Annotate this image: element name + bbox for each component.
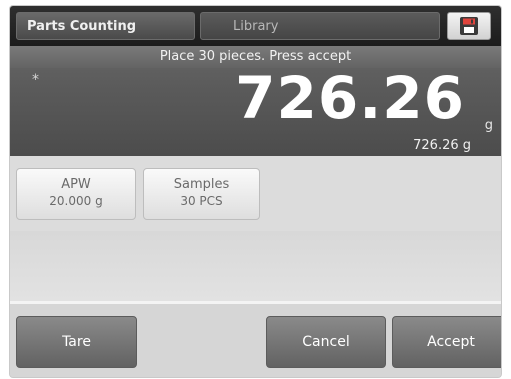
apw-value: 20.000 g: [49, 194, 103, 208]
tare-button[interactable]: Tare: [16, 316, 137, 368]
accept-button[interactable]: Accept: [392, 316, 501, 368]
save-icon: [460, 17, 478, 35]
apw-label: APW: [61, 177, 91, 192]
apw-tile[interactable]: APW 20.000 g: [16, 168, 136, 220]
main-weight-value: 726.26: [235, 64, 465, 132]
samples-label: Samples: [173, 177, 230, 192]
empty-area: [10, 231, 501, 301]
application-tab-label: Parts Counting: [27, 19, 137, 34]
top-bar: Parts Counting Library: [10, 6, 501, 46]
weight-display: Place 30 pieces. Press accept * 726.26 g…: [10, 46, 501, 156]
cancel-button[interactable]: Cancel: [266, 316, 386, 368]
library-tab[interactable]: Library: [200, 12, 440, 40]
scale-screen: Parts Counting Library Place 30 pieces. …: [10, 6, 501, 377]
save-button[interactable]: [447, 12, 491, 40]
button-bar: Tare Cancel Accept: [10, 304, 501, 377]
stability-indicator: *: [32, 72, 39, 88]
samples-value: 30 PCS: [180, 194, 223, 208]
weight-unit: g: [484, 118, 493, 133]
library-tab-label: Library: [233, 19, 279, 34]
samples-tile[interactable]: Samples 30 PCS: [143, 168, 260, 220]
application-tab[interactable]: Parts Counting: [16, 12, 195, 40]
secondary-weight-readout: 726.26 g: [413, 138, 471, 153]
